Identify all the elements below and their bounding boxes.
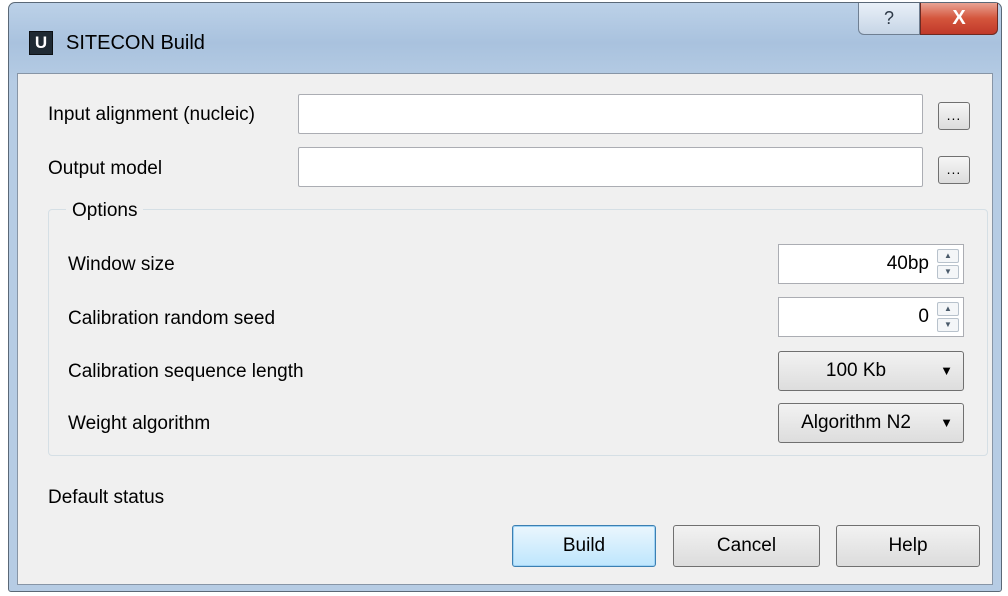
spin-up-icon[interactable]: ▲ — [937, 249, 959, 263]
help-titlebar-button[interactable]: ? — [858, 3, 920, 35]
build-button[interactable]: Build — [512, 525, 656, 567]
window-size-label: Window size — [68, 254, 175, 275]
sequence-length-dropdown[interactable]: 100 Kb ▼ — [778, 351, 964, 391]
dialog-window: U SITECON Build ? X Input alignment (nuc… — [8, 2, 1002, 592]
chevron-down-icon: ▼ — [940, 363, 953, 378]
weight-algorithm-dropdown[interactable]: Algorithm N2 ▼ — [778, 403, 964, 443]
input-alignment-field[interactable] — [298, 94, 923, 134]
spin-up-icon[interactable]: ▲ — [937, 302, 959, 316]
weight-algorithm-value: Algorithm N2 — [801, 412, 911, 433]
input-browse-button[interactable]: ... — [938, 102, 970, 130]
calibration-seed-spinbox[interactable]: 0 ▲ ▼ — [778, 297, 964, 337]
spin-down-icon[interactable]: ▼ — [937, 318, 959, 332]
calibration-seed-label: Calibration random seed — [68, 308, 276, 329]
window-title: SITECON Build — [66, 32, 205, 54]
weight-algorithm-label: Weight algorithm — [68, 413, 211, 434]
calibration-seed-value: 0 — [918, 306, 929, 327]
cancel-button[interactable]: Cancel — [673, 525, 820, 567]
spin-down-icon[interactable]: ▼ — [937, 265, 959, 279]
app-icon: U — [29, 31, 53, 55]
output-browse-button[interactable]: ... — [938, 156, 970, 184]
close-button[interactable]: X — [920, 3, 998, 35]
options-group-title: Options — [66, 200, 144, 222]
output-model-field[interactable] — [298, 147, 923, 187]
window-size-spinbox[interactable]: 40bp ▲ ▼ — [778, 244, 964, 284]
chevron-down-icon: ▼ — [940, 415, 953, 430]
input-alignment-label: Input alignment (nucleic) — [48, 104, 255, 125]
sequence-length-label: Calibration sequence length — [68, 361, 304, 382]
help-button[interactable]: Help — [836, 525, 980, 567]
dialog-body: Input alignment (nucleic) ... Output mod… — [17, 73, 993, 585]
title-bar[interactable]: U SITECON Build ? X — [9, 3, 1001, 73]
output-model-label: Output model — [48, 158, 163, 179]
sequence-length-value: 100 Kb — [825, 360, 887, 381]
window-size-value: 40bp — [886, 253, 929, 274]
status-text: Default status — [48, 487, 165, 508]
